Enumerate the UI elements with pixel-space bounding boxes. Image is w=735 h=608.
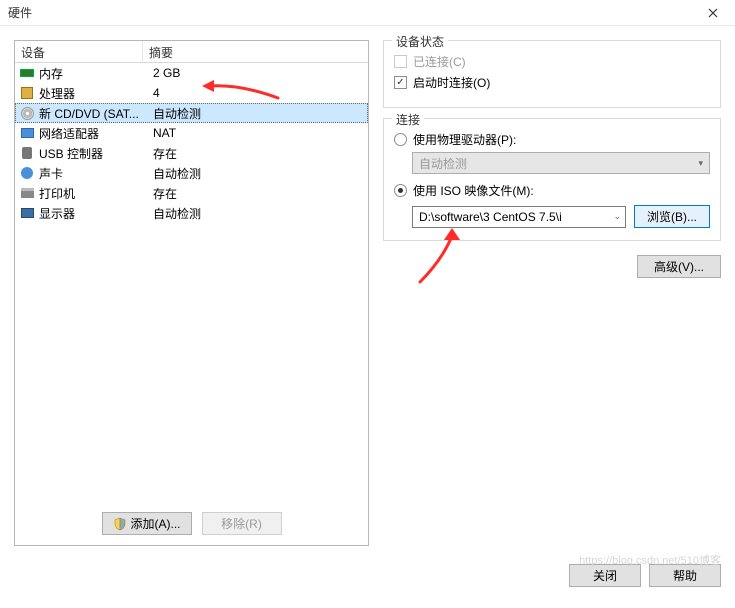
table-row[interactable]: 声卡自动检测 — [15, 163, 368, 183]
connect-at-power-checkbox[interactable] — [394, 76, 407, 89]
connected-label: 已连接(C) — [413, 53, 466, 70]
browse-label: 浏览(B)... — [647, 208, 697, 225]
column-summary[interactable]: 摘要 — [143, 41, 368, 62]
device-name: 新 CD/DVD (SAT... — [39, 105, 147, 122]
table-row[interactable]: 网络适配器NAT — [15, 123, 368, 143]
device-summary: 存在 — [147, 145, 368, 162]
remove-hardware-button: 移除(R) — [202, 512, 282, 535]
connect-at-power-label: 启动时连接(O) — [413, 74, 490, 91]
browse-button[interactable]: 浏览(B)... — [634, 205, 710, 228]
physical-drive-value: 自动检测 — [419, 155, 467, 172]
window-title: 硬件 — [8, 4, 32, 21]
iso-path-combo[interactable]: D:\software\3 CentOS 7.5\i ⌄ — [412, 206, 626, 228]
add-hardware-button[interactable]: 添加(A)... — [102, 512, 192, 535]
help-label: 帮助 — [673, 567, 697, 584]
chevron-down-icon[interactable]: ⌄ — [613, 211, 621, 222]
column-device[interactable]: 设备 — [15, 41, 143, 62]
hardware-table-body: 内存2 GB处理器4新 CD/DVD (SAT...自动检测网络适配器NATUS… — [15, 63, 368, 223]
device-state-legend: 设备状态 — [392, 33, 448, 50]
mem-icon — [19, 65, 35, 81]
device-state-group: 设备状态 已连接(C) 启动时连接(O) — [383, 40, 721, 108]
device-summary: 自动检测 — [147, 105, 368, 122]
device-name: USB 控制器 — [39, 145, 147, 162]
advanced-button[interactable]: 高级(V)... — [637, 255, 721, 278]
device-name: 声卡 — [39, 165, 147, 182]
snd-icon — [19, 165, 35, 181]
connect-at-power-row[interactable]: 启动时连接(O) — [394, 74, 710, 91]
hardware-table: 设备 摘要 内存2 GB处理器4新 CD/DVD (SAT...自动检测网络适配… — [15, 41, 368, 504]
connected-row: 已连接(C) — [394, 53, 710, 70]
iso-path-row: D:\software\3 CentOS 7.5\i ⌄ 浏览(B)... — [412, 205, 710, 228]
remove-button-label: 移除(R) — [221, 515, 262, 532]
device-name: 网络适配器 — [39, 125, 147, 142]
iso-file-row[interactable]: 使用 ISO 映像文件(M): — [394, 182, 710, 199]
device-name: 处理器 — [39, 85, 147, 102]
physical-drive-label: 使用物理驱动器(P): — [413, 131, 516, 148]
physical-drive-select: 自动检测 ▾ — [412, 152, 710, 174]
help-button[interactable]: 帮助 — [649, 564, 721, 587]
dialog-footer: 关闭 帮助 — [0, 554, 735, 597]
content-area: 设备 摘要 内存2 GB处理器4新 CD/DVD (SAT...自动检测网络适配… — [0, 26, 735, 554]
device-summary: NAT — [147, 126, 368, 140]
physical-drive-radio[interactable] — [394, 133, 407, 146]
device-summary: 自动检测 — [147, 205, 368, 222]
table-row[interactable]: 打印机存在 — [15, 183, 368, 203]
prt-icon — [19, 185, 35, 201]
device-summary: 4 — [147, 86, 368, 100]
iso-file-label: 使用 ISO 映像文件(M): — [413, 182, 534, 199]
device-summary: 2 GB — [147, 66, 368, 80]
device-name: 内存 — [39, 65, 147, 82]
window-close-button[interactable] — [693, 1, 733, 25]
advanced-row: 高级(V)... — [383, 255, 721, 278]
net-icon — [19, 125, 35, 141]
cd-icon — [19, 105, 35, 121]
connection-legend: 连接 — [392, 111, 424, 128]
table-row[interactable]: USB 控制器存在 — [15, 143, 368, 163]
hardware-panel: 设备 摘要 内存2 GB处理器4新 CD/DVD (SAT...自动检测网络适配… — [14, 40, 369, 546]
add-button-label: 添加(A)... — [131, 515, 181, 532]
connection-group: 连接 使用物理驱动器(P): 自动检测 ▾ 使用 ISO 映像文件(M): D:… — [383, 118, 721, 241]
physical-drive-row[interactable]: 使用物理驱动器(P): — [394, 131, 710, 148]
close-label: 关闭 — [593, 567, 617, 584]
iso-path-value: D:\software\3 CentOS 7.5\i — [419, 210, 562, 224]
title-bar: 硬件 — [0, 0, 735, 26]
device-name: 显示器 — [39, 205, 147, 222]
iso-file-radio[interactable] — [394, 184, 407, 197]
settings-panel: 设备状态 已连接(C) 启动时连接(O) 连接 使用物理驱动器(P): 自动检测… — [383, 40, 721, 546]
advanced-label: 高级(V)... — [654, 258, 704, 275]
hardware-buttons: 添加(A)... 移除(R) — [15, 504, 368, 545]
connected-checkbox — [394, 55, 407, 68]
usb-icon — [19, 145, 35, 161]
chevron-down-icon: ▾ — [698, 158, 703, 169]
cpu-icon — [19, 85, 35, 101]
device-name: 打印机 — [39, 185, 147, 202]
dsp-icon — [19, 205, 35, 221]
device-summary: 存在 — [147, 185, 368, 202]
table-row[interactable]: 新 CD/DVD (SAT...自动检测 — [15, 103, 368, 123]
hardware-table-header: 设备 摘要 — [15, 41, 368, 63]
table-row[interactable]: 处理器4 — [15, 83, 368, 103]
table-row[interactable]: 显示器自动检测 — [15, 203, 368, 223]
device-summary: 自动检测 — [147, 165, 368, 182]
close-icon — [708, 8, 718, 18]
table-row[interactable]: 内存2 GB — [15, 63, 368, 83]
shield-icon — [113, 517, 127, 531]
physical-drive-select-wrap: 自动检测 ▾ — [412, 152, 710, 174]
close-button[interactable]: 关闭 — [569, 564, 641, 587]
